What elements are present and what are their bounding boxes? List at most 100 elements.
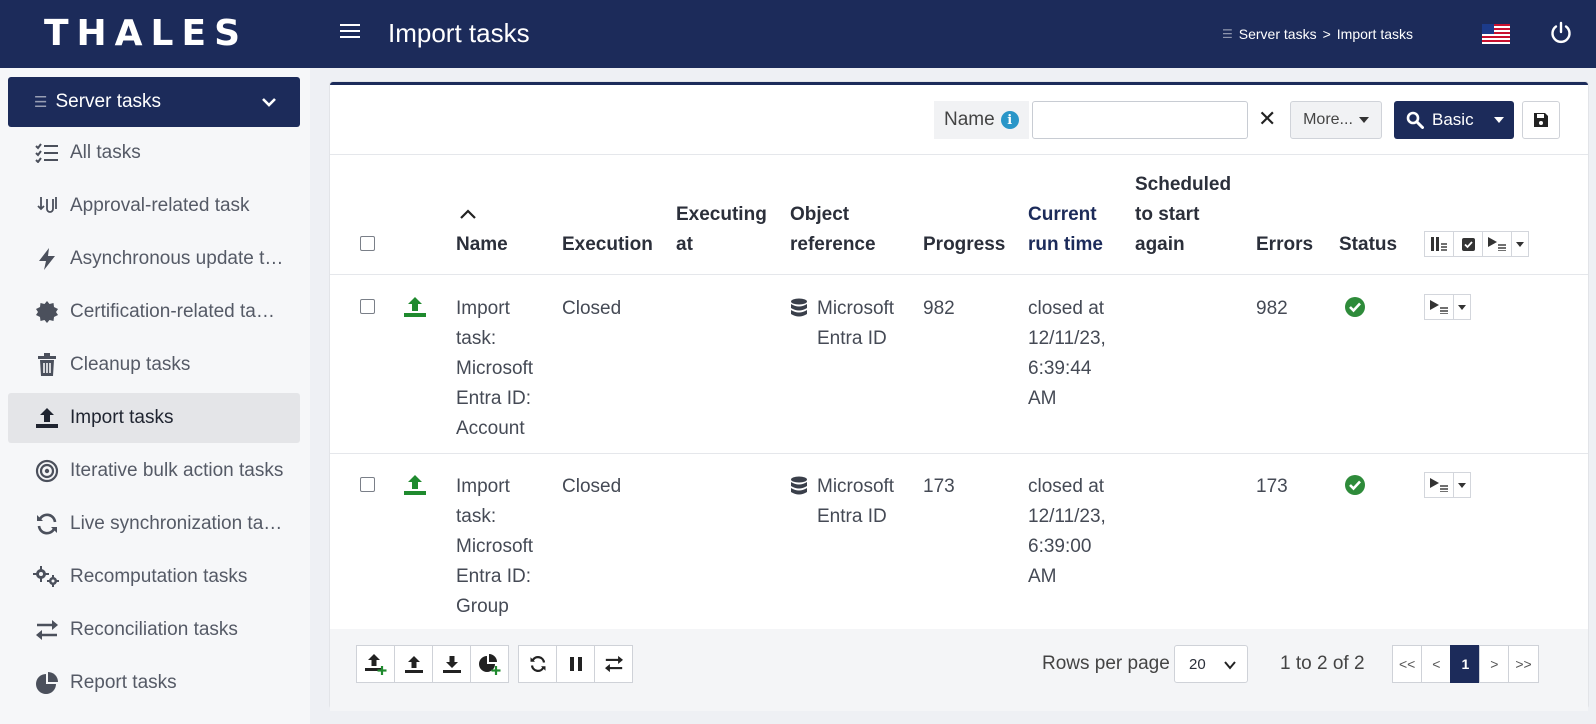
suspend-button[interactable] xyxy=(556,645,595,683)
run-tasks-button[interactable] xyxy=(1482,231,1512,257)
column-label-line: Executing xyxy=(676,204,767,225)
cell-line: 6:39:00 xyxy=(1028,536,1092,557)
select-mode-button[interactable] xyxy=(1453,231,1483,257)
play-list-icon xyxy=(1430,300,1448,314)
cell-line: Import xyxy=(456,298,510,319)
name-search-input[interactable] xyxy=(1032,101,1248,139)
task-name-link[interactable]: Import task: Microsoft Entra ID: Account xyxy=(456,294,556,444)
filter-bar: Name i ✕ More... Basic xyxy=(330,85,1588,155)
resume-button[interactable] xyxy=(518,645,557,683)
chevron-down-icon xyxy=(262,98,276,107)
row-checkbox[interactable] xyxy=(360,299,375,314)
export-button[interactable] xyxy=(432,645,471,683)
columns-icon xyxy=(1431,237,1447,251)
errors-cell: 982 xyxy=(1256,298,1288,319)
rows-per-page-select[interactable]: 20 xyxy=(1174,645,1248,683)
column-progress[interactable]: Progress xyxy=(923,230,1005,260)
column-current-run-time[interactable]: Current run time xyxy=(1028,200,1103,260)
sidebar-item-label: Approval-related task xyxy=(70,195,250,216)
cell-line: 6:39:44 xyxy=(1028,358,1092,379)
cell-line: Microsoft xyxy=(817,298,895,319)
row-actions xyxy=(1424,294,1471,320)
target-icon xyxy=(32,459,62,483)
list-check-icon xyxy=(32,143,62,163)
pie-chart-add-icon xyxy=(478,654,500,675)
sidebar-item-import[interactable]: Import tasks xyxy=(8,393,300,443)
next-page-button[interactable]: > xyxy=(1479,645,1510,683)
sidebar-group-label: Server tasks xyxy=(55,91,162,112)
sidebar-item-label: Report tasks xyxy=(70,672,177,693)
sidebar-item-report[interactable]: Report tasks xyxy=(8,658,300,708)
sidebar-item-iterative-bulk[interactable]: Iterative bulk action tasks xyxy=(8,446,300,496)
task-control-group xyxy=(518,645,633,683)
prev-page-button[interactable]: < xyxy=(1421,645,1452,683)
power-icon[interactable] xyxy=(1548,20,1574,46)
info-icon[interactable]: i xyxy=(1000,111,1019,129)
column-label-line: run time xyxy=(1028,234,1103,255)
sidebar-item-label: Asynchronous update tasks xyxy=(70,248,284,269)
task-actions-group xyxy=(356,645,509,683)
checkbox-checked-icon xyxy=(1461,237,1475,251)
sort-ascending-icon[interactable] xyxy=(458,207,478,221)
sidebar: ☰ Server tasks All tasks Approval-relate… xyxy=(0,68,310,724)
column-execution[interactable]: Execution xyxy=(562,230,653,260)
sidebar-item-all-tasks[interactable]: All tasks xyxy=(8,128,300,178)
add-report-task-button[interactable] xyxy=(470,645,509,683)
sidebar-item-async-update[interactable]: Asynchronous update tasks xyxy=(8,234,300,284)
sidebar-item-reconciliation[interactable]: Reconciliation tasks xyxy=(8,605,300,655)
last-page-button[interactable]: >> xyxy=(1508,645,1539,683)
search-basic-button[interactable]: Basic xyxy=(1394,101,1514,139)
caret-down-icon[interactable] xyxy=(1494,117,1504,123)
row-actions-dropdown[interactable] xyxy=(1453,472,1471,498)
sidebar-item-label: Reconciliation tasks xyxy=(70,619,238,640)
sidebar-item-recomputation[interactable]: Recomputation tasks xyxy=(8,552,300,602)
select-all-checkbox[interactable] xyxy=(360,236,375,251)
row-actions-dropdown[interactable] xyxy=(1453,294,1471,320)
database-icon xyxy=(791,298,807,317)
run-task-button[interactable] xyxy=(1424,472,1454,498)
column-status-label: Status xyxy=(1339,234,1398,255)
sidebar-group-server-tasks[interactable]: ☰ Server tasks xyxy=(8,77,300,127)
import-button[interactable] xyxy=(394,645,433,683)
column-status[interactable]: Status xyxy=(1339,230,1397,260)
object-reference-link[interactable]: Microsoft Entra ID xyxy=(817,472,894,532)
tasks-panel: Name i ✕ More... Basic Name Execution Ex… xyxy=(330,82,1588,711)
arrows-exchange-icon xyxy=(32,619,62,641)
sidebar-item-approval[interactable]: Approval-related task xyxy=(8,181,300,231)
column-errors[interactable]: Errors xyxy=(1256,230,1313,260)
menu-toggle-icon[interactable] xyxy=(338,20,362,44)
run-tasks-dropdown[interactable] xyxy=(1511,231,1529,257)
sidebar-item-live-sync[interactable]: Live synchronization tasks xyxy=(8,499,300,549)
us-flag-icon[interactable] xyxy=(1482,24,1510,44)
reconcile-button[interactable] xyxy=(594,645,633,683)
list-icon: ☰ xyxy=(1222,27,1233,41)
clear-icon[interactable]: ✕ xyxy=(1258,107,1276,131)
upload-icon xyxy=(32,407,62,429)
first-page-button[interactable]: << xyxy=(1392,645,1423,683)
column-label-line: to start xyxy=(1135,204,1200,225)
page-1-button[interactable]: 1 xyxy=(1450,645,1481,683)
columns-toggle-button[interactable] xyxy=(1424,231,1454,257)
column-name[interactable]: Name xyxy=(456,230,508,260)
more-filters-button[interactable]: More... xyxy=(1290,101,1382,139)
breadcrumb-server-tasks[interactable]: Server tasks xyxy=(1239,24,1317,44)
run-task-button[interactable] xyxy=(1424,294,1454,320)
pagination: << < 1 > >> xyxy=(1392,645,1539,683)
column-scheduled[interactable]: Scheduled to start again xyxy=(1135,170,1231,260)
sidebar-item-certification[interactable]: Certification-related tasks xyxy=(8,287,300,337)
more-label: More... xyxy=(1303,111,1353,128)
save-search-button[interactable] xyxy=(1522,101,1560,139)
add-import-task-button[interactable] xyxy=(356,645,395,683)
sidebar-item-cleanup[interactable]: Cleanup tasks xyxy=(8,340,300,390)
cell-line: 12/11/23, xyxy=(1028,506,1106,527)
task-name-link[interactable]: Import task: Microsoft Entra ID: Group xyxy=(456,472,556,622)
bolt-icon xyxy=(32,247,62,271)
object-reference-link[interactable]: Microsoft Entra ID xyxy=(817,294,894,354)
caret-down-icon xyxy=(1516,241,1524,247)
column-executing-at[interactable]: Executing at xyxy=(676,200,767,260)
row-checkbox[interactable] xyxy=(360,477,375,492)
sync-icon xyxy=(530,656,545,672)
cell-line: Account xyxy=(456,418,525,439)
column-object-reference[interactable]: Object reference xyxy=(790,200,876,260)
cell-line: Entra ID: xyxy=(456,566,531,587)
